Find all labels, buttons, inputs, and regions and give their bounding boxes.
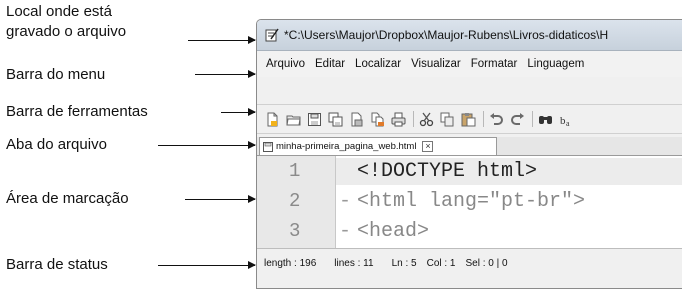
window-title: *C:\Users\Maujor\Dropbox\Maujor-Rubens\L… [284,28,609,42]
line-number: 2 [289,190,301,212]
status-length: length : 196 [264,257,317,269]
editor-window: *C:\Users\Maujor\Dropbox\Maujor-Rubens\L… [256,19,682,289]
label-file-location-line1: Local onde está [6,3,112,20]
arrow-markup-area [185,195,256,203]
notepad-icon [265,28,279,42]
arrow-menu-bar [195,70,256,78]
menu-localizar[interactable]: Localizar [350,58,406,70]
arrow-status-bar [158,261,256,269]
arrow-file-tab [158,141,256,149]
toolbar-separator [413,111,414,127]
arrow-file-location [188,36,256,44]
replace-icon[interactable]: ba [559,112,574,127]
menu-bar: Arquivo Editar Localizar Visualizar Form… [257,51,682,77]
menu-arquivo[interactable]: Arquivo [261,58,310,70]
svg-text:a: a [566,119,570,127]
file-tab-label: minha-primeira_pagina_web.html [276,141,417,152]
toolbar: ba [257,104,682,134]
arrow-toolbar [221,108,256,116]
fold-marker [339,160,351,183]
label-markup-area: Área de marcação [6,190,129,207]
open-file-icon[interactable] [286,112,301,127]
find-icon[interactable] [538,112,553,127]
code-line: <!DOCTYPE html> [357,160,538,183]
close-icon[interactable] [349,112,364,127]
line-number-gutter: 1 2 3 [257,156,336,248]
undo-icon[interactable] [489,112,504,127]
markup-area[interactable]: 1 2 3 <!DOCTYPE html> - <html lang="pt-b… [257,156,682,248]
cut-icon[interactable] [419,112,434,127]
menu-editar[interactable]: Editar [310,58,350,70]
menu-visualizar[interactable]: Visualizar [406,58,466,70]
copy-icon[interactable] [440,112,455,127]
line-number: 1 [289,160,301,182]
code-line: <html lang="pt-br"> [357,190,586,213]
close-tab-icon[interactable]: × [422,141,434,152]
label-toolbar: Barra de ferramentas [6,103,148,120]
title-bar: *C:\Users\Maujor\Dropbox\Maujor-Rubens\L… [257,20,682,51]
fold-marker: - [339,190,352,213]
label-file-tab: Aba do arquivo [6,136,107,153]
new-file-icon[interactable] [265,112,280,127]
label-menu-bar: Barra do menu [6,66,106,83]
paste-icon[interactable] [461,112,476,127]
status-lines: lines : 11 [334,257,374,269]
status-selection: Sel : 0 | 0 [465,257,508,269]
close-all-icon[interactable] [370,112,385,127]
status-column: Col : 1 [426,257,456,269]
saved-file-icon [263,141,273,152]
menu-linguagem[interactable]: Linguagem [522,58,589,70]
tab-bar: minha-primeira_pagina_web.html × [257,137,682,156]
print-icon[interactable] [391,112,406,127]
line-number: 3 [289,220,301,242]
toolbar-separator [532,111,533,127]
toolbar-separator [483,111,484,127]
fold-marker: - [339,220,352,243]
code-line: <head> [357,220,430,243]
menu-formatar[interactable]: Formatar [466,58,523,70]
redo-icon[interactable] [510,112,525,127]
label-status-bar: Barra de status [6,256,108,273]
status-bar: length : 196 lines : 11 Ln : 5 Col : 1 S… [257,248,682,277]
file-tab[interactable]: minha-primeira_pagina_web.html × [259,137,497,155]
save-all-icon[interactable] [328,112,343,127]
label-file-location-line2: gravado o arquivo [6,23,127,40]
status-line-number: Ln : 5 [391,257,417,269]
save-icon[interactable] [307,112,322,127]
